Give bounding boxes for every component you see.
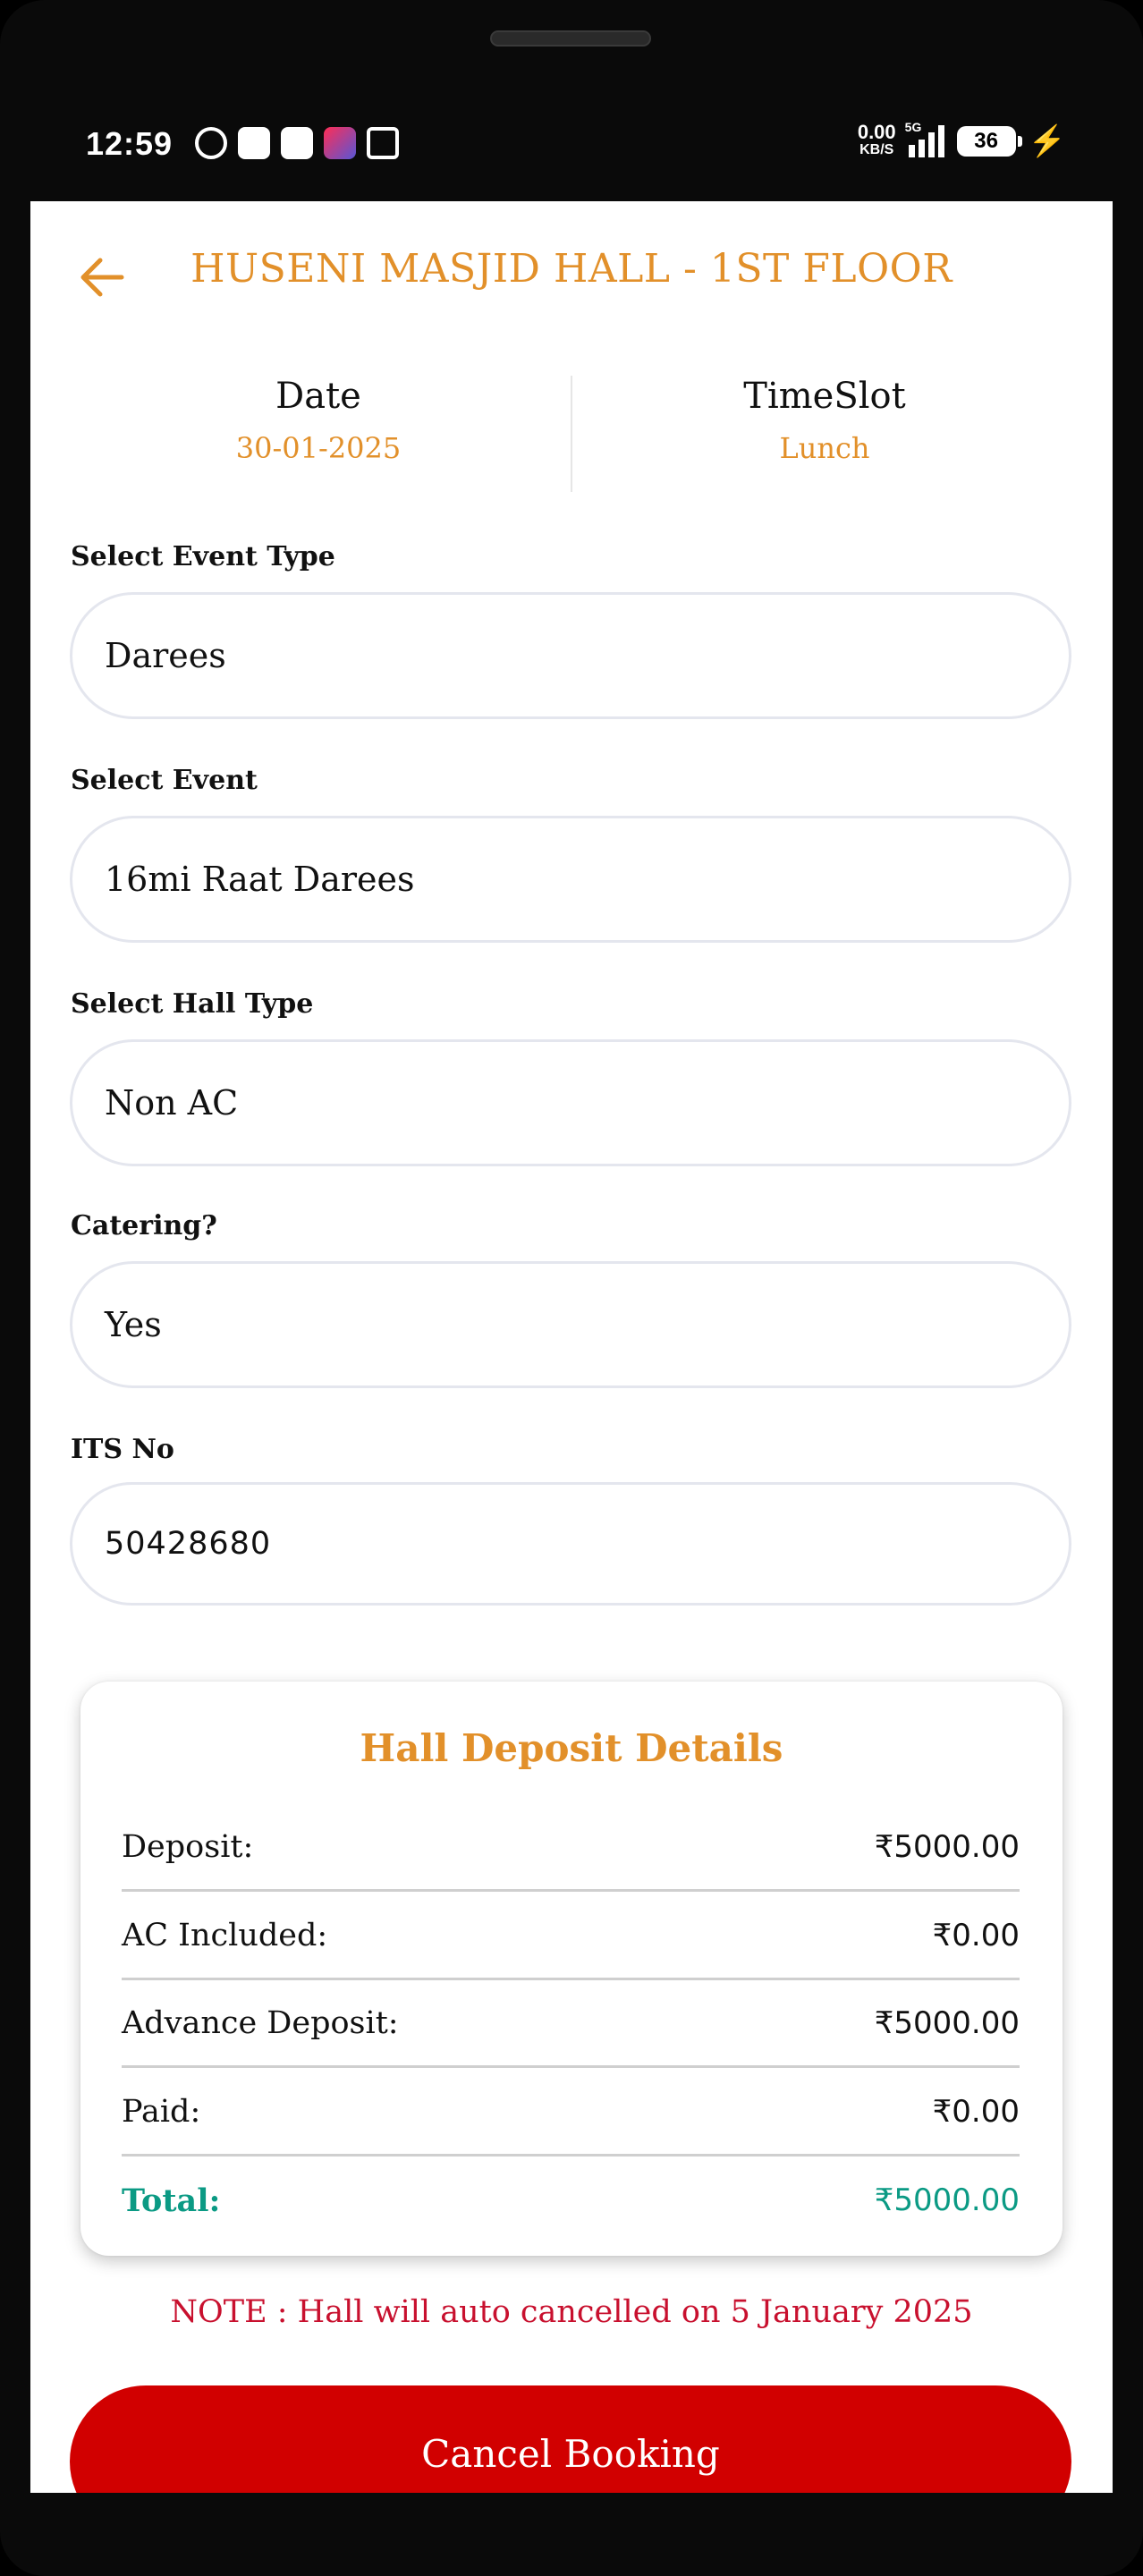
paid-row: Paid: ₹0.00 [122,2069,1020,2157]
total-label: Total: [122,2182,221,2219]
catering-label: Catering? [71,1210,217,1241]
cancel-booking-button[interactable]: Cancel Booking [70,2385,1071,2493]
app-logo-icon [324,127,356,159]
advance-deposit-label: Advance Deposit: [122,2004,399,2041]
ac-included-row: AC Included: ₹0.00 [122,1893,1020,1980]
date-value: 30-01-2025 [235,431,402,465]
battery-icon: 36 [956,126,1022,157]
network-type: 5G [904,120,922,134]
notification-icons [195,127,399,159]
earpiece [490,30,651,47]
status-bar: 12:59 0.00 KB/S 5G 36 ⚡ [0,107,1143,188]
its-field[interactable]: 50428680 [70,1482,1071,1606]
network-speed-unit: KB/S [859,142,894,157]
advance-deposit-amount: ₹5000.00 [874,2004,1020,2041]
cancel-booking-label: Cancel Booking [421,2432,720,2476]
paid-amount: ₹0.00 [932,2093,1020,2130]
deposit-title: Hall Deposit Details [360,1726,783,1770]
signal-icon: 5G [905,120,944,157]
timeslot-column: TimeSlot Lunch [571,376,1077,492]
battery-level: 36 [974,129,998,153]
date-label: Date [275,376,361,417]
catering-select[interactable]: Yes [70,1261,1071,1388]
timeslot-value: Lunch [779,431,870,465]
page-title: HUSENI MASJID HALL - 1ST FLOOR [190,246,952,292]
event-select[interactable]: 16mi Raat Darees [70,816,1071,943]
deposit-row: Deposit: ₹5000.00 [122,1804,1020,1892]
charging-icon: ⚡ [1028,124,1066,158]
paid-label: Paid: [122,2093,201,2130]
hall-type-select[interactable]: Non AC [70,1039,1071,1166]
hall-type-label: Select Hall Type [71,988,314,1020]
its-label: ITS No [71,1434,174,1465]
event-type-label: Select Event Type [71,541,335,572]
teams-icon [238,127,270,159]
hall-deposit-card: Hall Deposit Details Deposit: ₹5000.00 A… [80,1682,1063,2256]
booking-info: Date 30-01-2025 TimeSlot Lunch [66,376,1077,492]
event-type-select[interactable]: Darees [70,592,1071,719]
ac-included-amount: ₹0.00 [932,1917,1020,1953]
whatsapp-icon [195,127,227,159]
deposit-row-label: Deposit: [122,1828,254,1865]
app-icon [281,127,313,159]
network-speed: 0.00 KB/S [858,123,896,159]
event-label: Select Event [71,765,258,796]
status-indicators: 0.00 KB/S 5G 36 ⚡ [858,120,1066,159]
scan-icon [367,127,399,159]
app-bar: HUSENI MASJID HALL - 1ST FLOOR [30,201,1113,353]
app-screen: HUSENI MASJID HALL - 1ST FLOOR Date 30-0… [30,201,1113,2493]
ac-included-label: AC Included: [122,1917,328,1953]
status-time: 12:59 [86,125,174,162]
total-amount: ₹5000.00 [874,2182,1020,2218]
advance-deposit-row: Advance Deposit: ₹5000.00 [122,1980,1020,2068]
timeslot-label: TimeSlot [743,376,906,417]
network-speed-value: 0.00 [857,121,896,143]
date-column: Date 30-01-2025 [66,376,571,492]
auto-cancel-note: NOTE : Hall will auto cancelled on 5 Jan… [170,2294,973,2330]
phone-frame: 12:59 0.00 KB/S 5G 36 ⚡ HUSENI MASJID HA… [0,0,1143,2576]
total-row: Total: ₹5000.00 [122,2157,1020,2244]
deposit-row-amount: ₹5000.00 [874,1828,1020,1865]
